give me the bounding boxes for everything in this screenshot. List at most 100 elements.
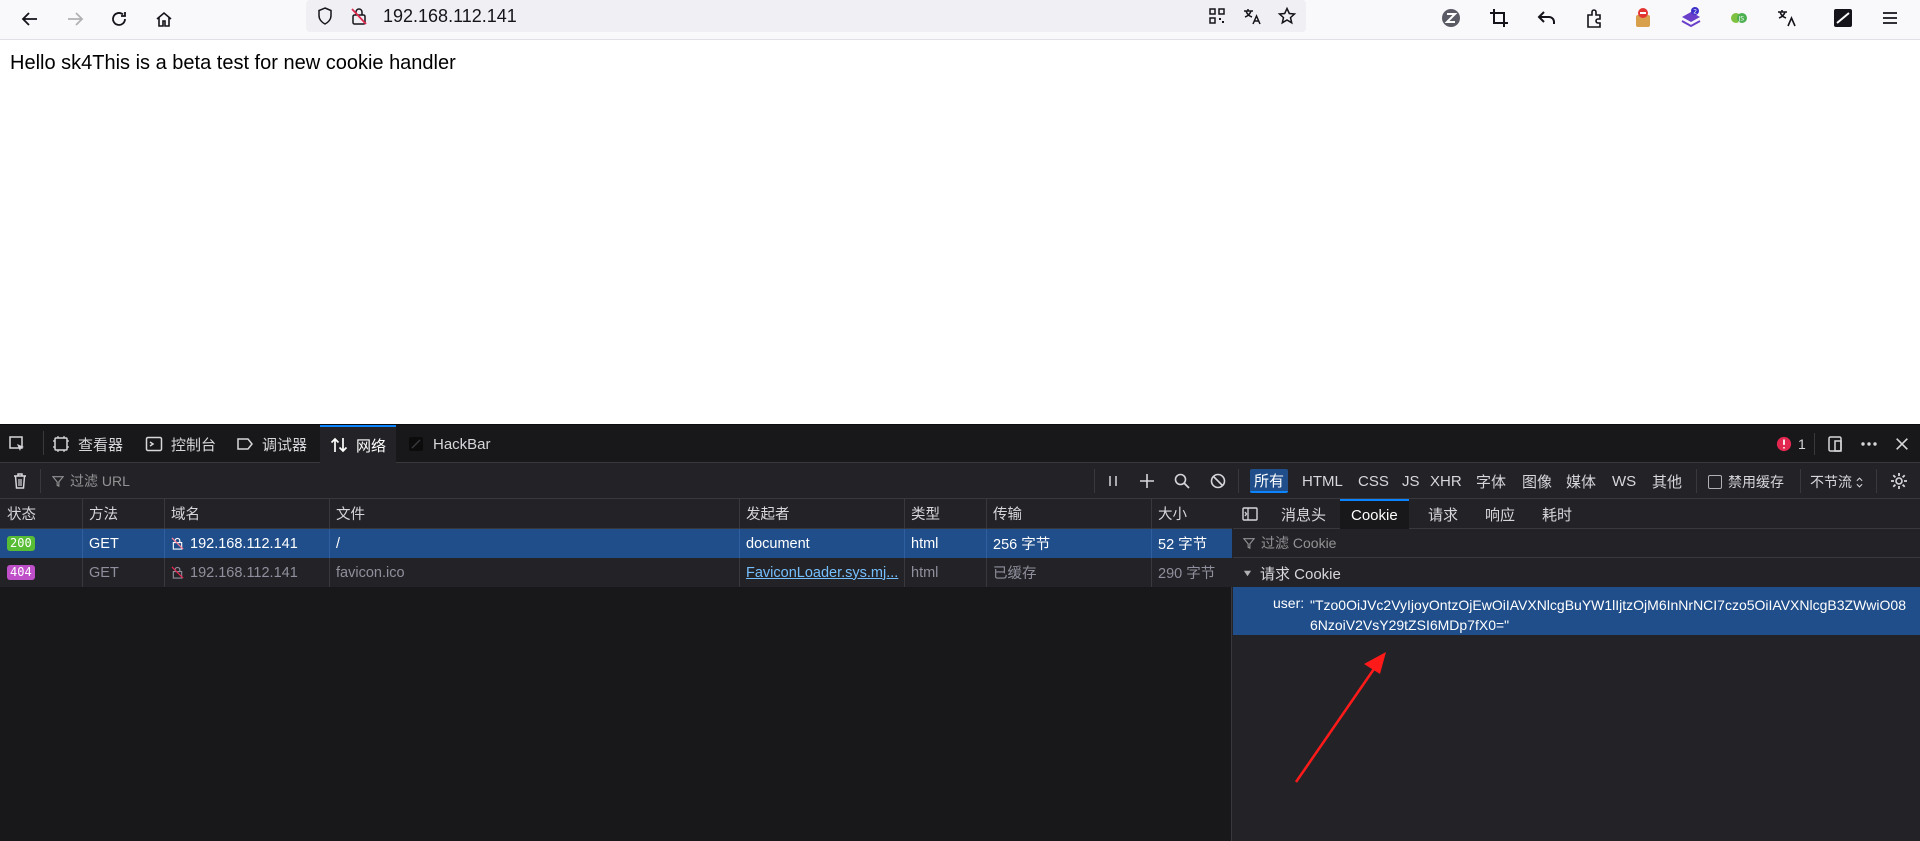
pause-button[interactable] xyxy=(1101,469,1125,493)
tab-cookies[interactable]: Cookie xyxy=(1340,499,1409,529)
tab-console[interactable]: 控制台 xyxy=(145,425,216,463)
initiator-cell: FaviconLoader.sys.mj... xyxy=(739,558,904,587)
translate-icon[interactable] xyxy=(1241,5,1263,27)
undo-icon[interactable] xyxy=(1532,3,1562,33)
js-extension-icon[interactable]: JS xyxy=(1724,3,1754,33)
filter-xhr[interactable]: XHR xyxy=(1426,469,1466,493)
details-tab-bar: 消息头 Cookie 请求 响应 耗时 xyxy=(1233,499,1920,529)
column-header-method[interactable]: 方法 xyxy=(82,499,164,528)
toolbar-divider xyxy=(1800,469,1801,493)
column-header-initiator[interactable]: 发起者 xyxy=(739,499,904,528)
filter-html[interactable]: HTML xyxy=(1298,469,1347,493)
forward-button[interactable] xyxy=(59,3,91,35)
table-row[interactable]: 200 GET 192.168.112.141 / document html … xyxy=(0,529,1232,558)
reload-button[interactable] xyxy=(103,3,135,35)
browser-toolbar: 192.168.112.141 2 JS xyxy=(0,0,1920,40)
cookie-row[interactable]: user: "Tzo0OiJVc2VyIjoyOntzOjEwOiIAVXNlc… xyxy=(1233,587,1920,635)
domain-cell: 192.168.112.141 xyxy=(164,558,329,587)
plus-icon xyxy=(1140,474,1154,488)
initiator-link[interactable]: FaviconLoader.sys.mj... xyxy=(746,565,898,581)
filter-all[interactable]: 所有 xyxy=(1250,469,1289,493)
column-header-status[interactable]: 状态 xyxy=(0,499,82,528)
checkbox-box[interactable] xyxy=(1708,475,1722,489)
toggle-sidebar-button[interactable] xyxy=(1241,505,1259,526)
blocker-extension-icon[interactable] xyxy=(1628,3,1658,33)
search-button[interactable] xyxy=(1170,469,1194,493)
column-header-domain[interactable]: 域名 xyxy=(164,499,329,528)
filter-fonts[interactable]: 字体 xyxy=(1472,469,1510,493)
request-list: 状态 方法 域名 文件 发起者 类型 传输 大小 200 GET 192.168… xyxy=(0,499,1232,841)
tab-request[interactable]: 请求 xyxy=(1417,499,1469,529)
tab-response[interactable]: 响应 xyxy=(1474,499,1526,529)
home-icon xyxy=(156,11,172,27)
throttle-select[interactable]: 不节流 xyxy=(1810,472,1863,492)
shield-icon[interactable] xyxy=(314,5,336,27)
filter-media[interactable]: 媒体 xyxy=(1562,469,1600,493)
file-cell: / xyxy=(336,535,341,552)
clear-requests-button[interactable] xyxy=(8,469,32,493)
disable-cache-label: 禁用缓存 xyxy=(1728,474,1784,490)
translate-extension-icon[interactable] xyxy=(1772,3,1802,33)
column-header-type[interactable]: 类型 xyxy=(904,499,986,528)
bookmark-star-icon[interactable] xyxy=(1276,5,1298,27)
toolbar-divider xyxy=(1238,469,1239,493)
devtools-more-button[interactable] xyxy=(1860,425,1878,463)
home-button[interactable] xyxy=(148,3,180,35)
size-cell: 290 字节 xyxy=(1158,566,1216,582)
method-cell: GET xyxy=(89,535,119,552)
reload-icon xyxy=(112,12,126,26)
element-picker-button[interactable] xyxy=(8,425,26,463)
url-bar[interactable]: 192.168.112.141 xyxy=(306,0,1306,32)
svg-text:2: 2 xyxy=(1693,9,1697,16)
responsive-design-button[interactable] xyxy=(1826,425,1844,463)
domain-text: 192.168.112.141 xyxy=(190,535,298,552)
hackbar-icon xyxy=(409,437,423,451)
filter-images[interactable]: 图像 xyxy=(1518,469,1556,493)
crop-icon[interactable] xyxy=(1484,3,1514,33)
filter-other[interactable]: 其他 xyxy=(1648,469,1686,493)
console-icon xyxy=(145,436,163,452)
url-text[interactable]: 192.168.112.141 xyxy=(383,6,517,27)
filter-css[interactable]: CSS xyxy=(1354,469,1393,493)
insecure-lock-icon[interactable] xyxy=(348,5,370,27)
tab-network[interactable]: 网络 xyxy=(320,425,397,463)
domain-text: 192.168.112.141 xyxy=(190,564,298,581)
disable-cache-checkbox[interactable]: 禁用缓存 xyxy=(1708,472,1784,492)
tab-timings[interactable]: 耗时 xyxy=(1531,499,1583,529)
block-requests-button[interactable] xyxy=(1206,469,1230,493)
column-header-transferred[interactable]: 传输 xyxy=(986,499,1151,528)
toolbar-divider xyxy=(1814,433,1815,455)
zotero-icon[interactable] xyxy=(1436,3,1466,33)
back-button[interactable] xyxy=(14,3,46,35)
request-cookie-section-header[interactable]: 请求 Cookie xyxy=(1243,559,1341,587)
filter-js[interactable]: JS xyxy=(1398,469,1424,493)
column-header-size[interactable]: 大小 xyxy=(1151,499,1232,528)
tab-headers[interactable]: 消息头 xyxy=(1270,499,1337,529)
layers-extension-icon[interactable]: 2 xyxy=(1676,3,1706,33)
network-settings-button[interactable] xyxy=(1887,469,1911,493)
table-row[interactable]: 404 GET 192.168.112.141 favicon.ico Favi… xyxy=(0,558,1232,587)
filter-ws[interactable]: WS xyxy=(1608,469,1640,493)
status-badge: 404 xyxy=(7,565,35,580)
transferred-cell: 256 字节 xyxy=(993,537,1051,553)
toolbar-divider xyxy=(1696,469,1697,493)
cookie-filter-input[interactable]: 过滤 Cookie xyxy=(1233,529,1920,558)
app-menu-icon[interactable] xyxy=(1875,3,1905,33)
debugger-icon xyxy=(237,438,253,450)
devtools-close-button[interactable] xyxy=(1894,425,1910,463)
add-request-button[interactable] xyxy=(1135,469,1159,493)
filter-url-input[interactable]: 过滤 URL xyxy=(52,471,130,491)
tab-inspector[interactable]: 查看器 xyxy=(52,425,123,463)
tab-network-label: 网络 xyxy=(356,437,387,455)
tab-hackbar[interactable]: HackBar xyxy=(407,425,491,463)
column-header-file[interactable]: 文件 xyxy=(329,499,739,528)
qr-code-icon[interactable] xyxy=(1206,5,1228,27)
extensions-icon[interactable] xyxy=(1580,3,1610,33)
hackbar-extension-icon[interactable] xyxy=(1828,3,1858,33)
search-icon xyxy=(1174,473,1190,489)
cookie-value[interactable]: "Tzo0OiJVc2VyIjoyOntzOjEwOiIAVXNlcgBuYW1… xyxy=(1310,595,1910,635)
error-icon xyxy=(1776,436,1792,452)
tab-debugger[interactable]: 调试器 xyxy=(236,425,307,463)
arrow-right-icon xyxy=(68,12,84,26)
error-counter[interactable]: 1 xyxy=(1776,425,1806,463)
